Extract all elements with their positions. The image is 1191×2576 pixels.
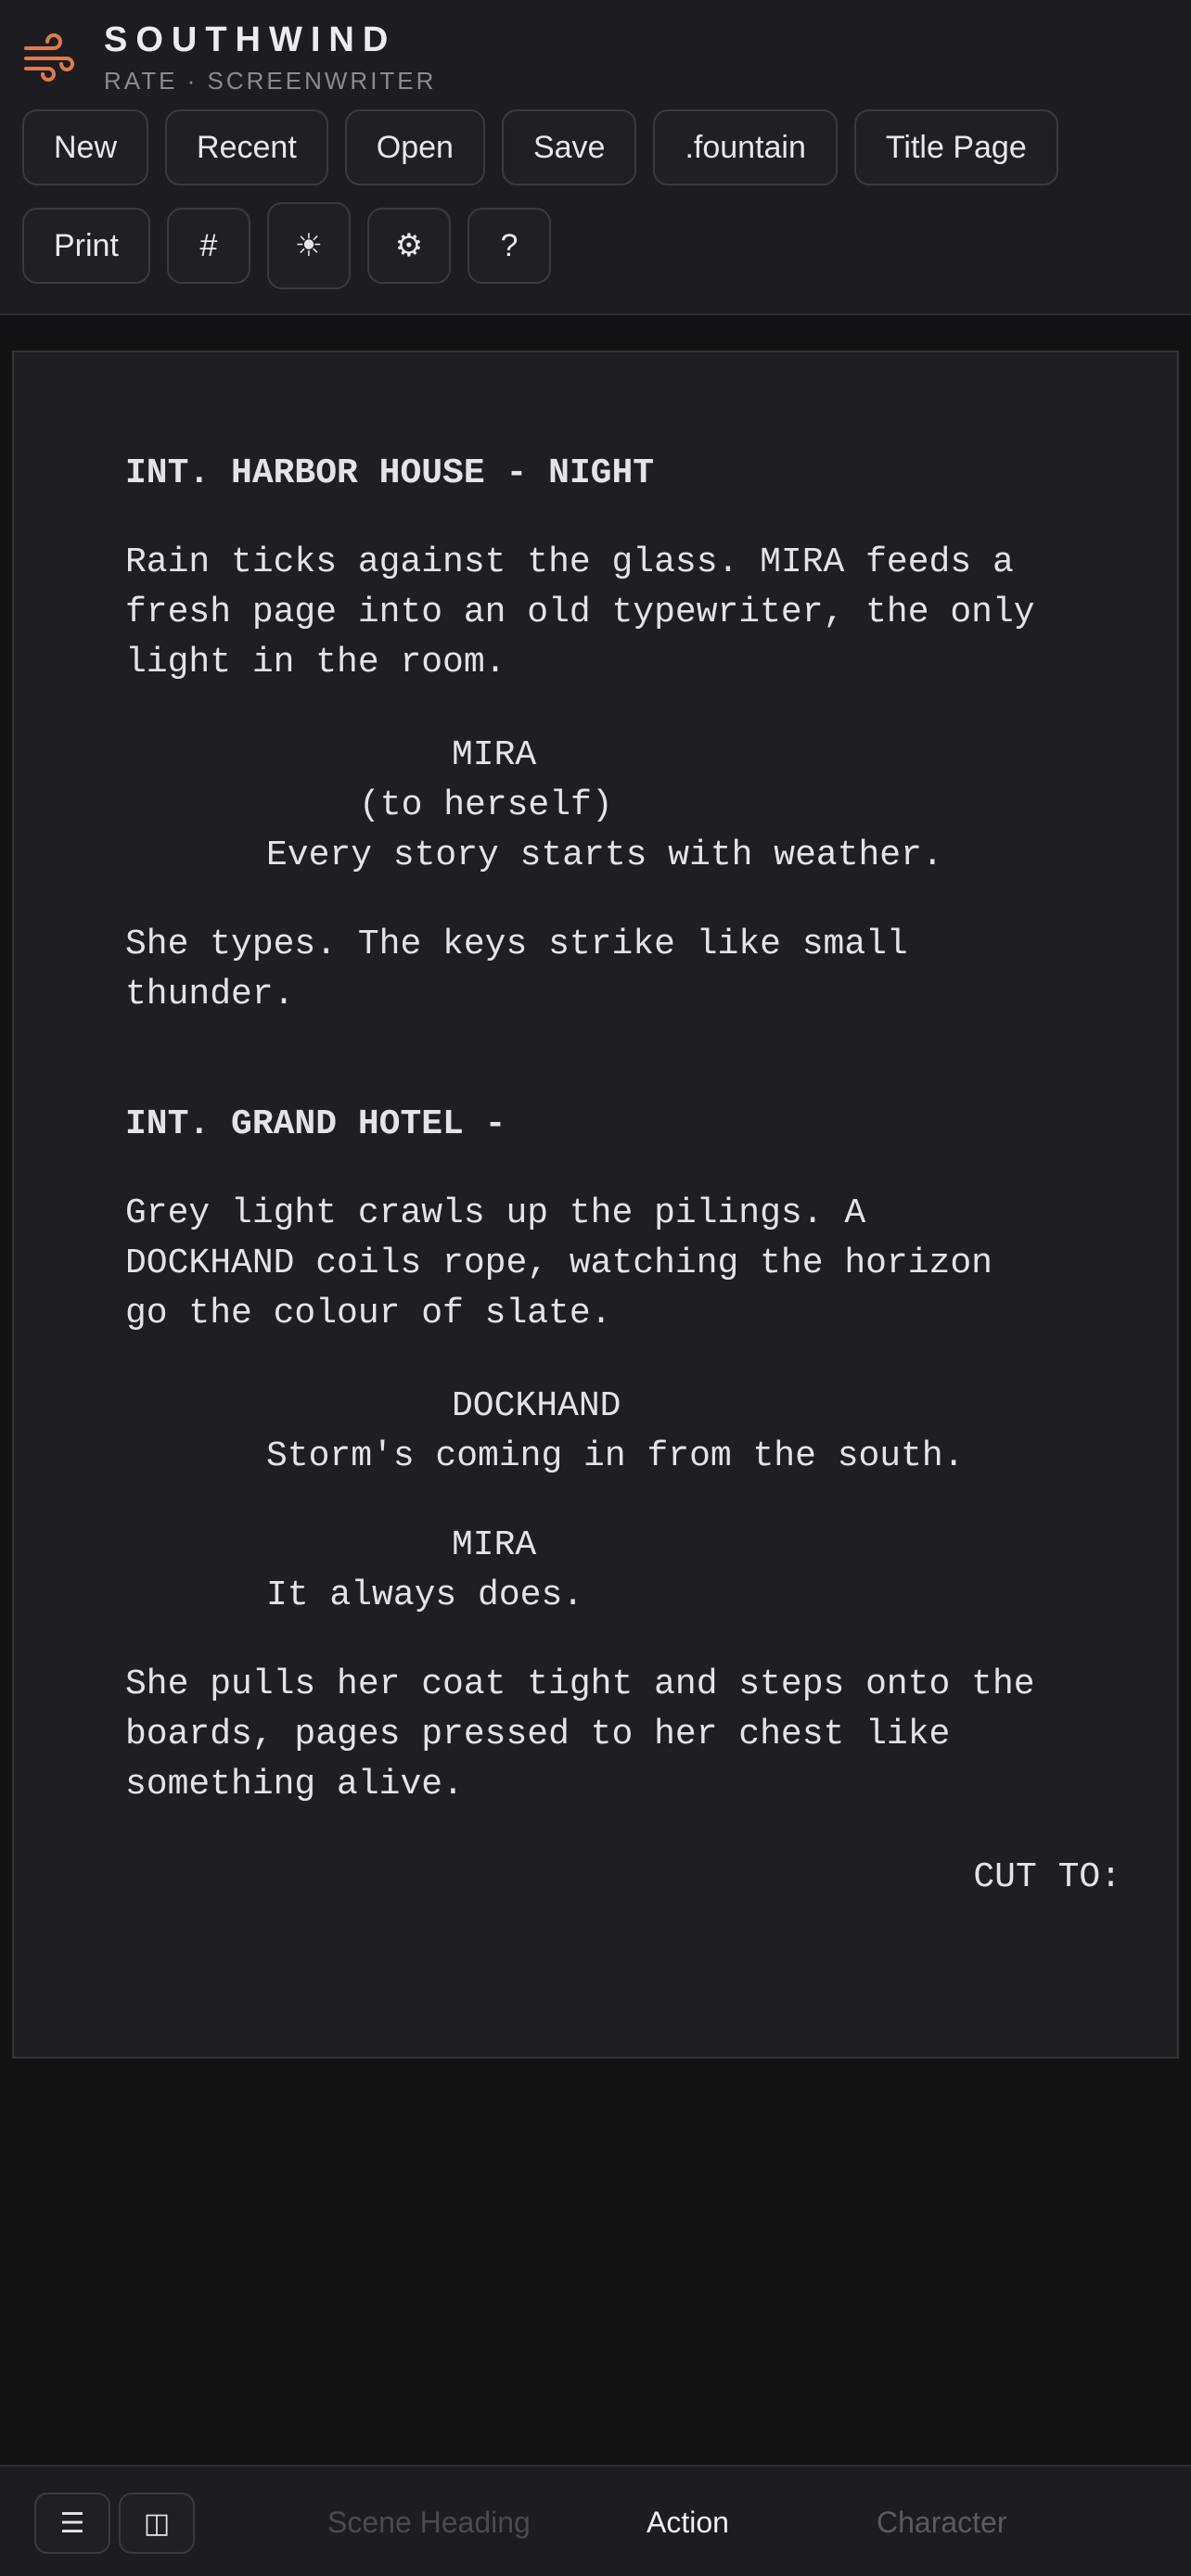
action-line[interactable]: She pulls her coat tight and steps onto … [125, 1660, 1136, 1810]
character-cue[interactable]: MIRA [452, 1521, 1191, 1571]
transition[interactable]: CUT TO: [973, 1853, 1121, 1903]
scene-heading[interactable]: INT. GRAND HOTEL - [125, 1100, 1136, 1150]
dialogue-line[interactable]: Storm's coming in from the south. [266, 1432, 1027, 1482]
recent-button[interactable]: Recent [165, 109, 328, 185]
settings-button[interactable]: ⚙ [366, 208, 451, 284]
split-view-icon: ◫ [143, 2507, 171, 2539]
wind-icon [24, 33, 74, 82]
element-next[interactable]: Character [877, 2506, 1007, 2540]
brand: SOUTHWIND RATE · SCREENWRITER [22, 17, 579, 95]
dialogue-line[interactable]: Every story starts with weather. [266, 831, 1027, 881]
menu-icon: ☰ [59, 2507, 85, 2539]
action-line[interactable]: Rain ticks against the glass. MIRA feeds… [125, 538, 1136, 688]
action-line[interactable]: She types. The keys strike like small th… [125, 920, 1136, 1020]
app-subtitle: RATE · SCREENWRITER [104, 67, 437, 95]
action-line[interactable]: Grey light crawls up the pilings. A DOCK… [125, 1189, 1136, 1339]
print-button[interactable]: Print [22, 208, 150, 284]
character-cue[interactable]: DOCKHAND [452, 1382, 1191, 1432]
element-prev[interactable]: Scene Heading [327, 2506, 531, 2540]
character-cue[interactable]: MIRA [452, 731, 1191, 781]
element-current[interactable]: Action [647, 2506, 729, 2540]
gear-icon: ⚙ [394, 228, 424, 263]
scene-heading[interactable]: INT. HARBOR HOUSE - NIGHT [125, 449, 1136, 499]
bottom-bar: ☰ ◫ Scene Heading Action Character [0, 2465, 1191, 2576]
script-page[interactable]: INT. HARBOR HOUSE - NIGHT Rain ticks aga… [12, 351, 1179, 2059]
new-button[interactable]: New [22, 109, 149, 185]
menu-button[interactable]: ☰ [34, 2493, 110, 2554]
help-button[interactable]: ? [467, 208, 551, 284]
theme-toggle-button[interactable]: ☀ [266, 202, 351, 289]
split-view-button[interactable]: ◫ [119, 2493, 195, 2554]
open-button[interactable]: Open [344, 109, 485, 185]
dialogue-line[interactable]: It always does. [266, 1571, 1027, 1621]
parenthetical[interactable]: (to herself) [359, 781, 1191, 831]
export-fountain-button[interactable]: .fountain [653, 109, 838, 185]
title-page-button[interactable]: Title Page [853, 109, 1058, 185]
app-name: SOUTHWIND [104, 20, 397, 59]
sun-icon: ☀ [294, 228, 324, 263]
scene-numbers-button[interactable]: # [166, 208, 250, 284]
save-button[interactable]: Save [501, 109, 637, 185]
app-header: SOUTHWIND RATE · SCREENWRITER New Recent… [0, 0, 1191, 315]
